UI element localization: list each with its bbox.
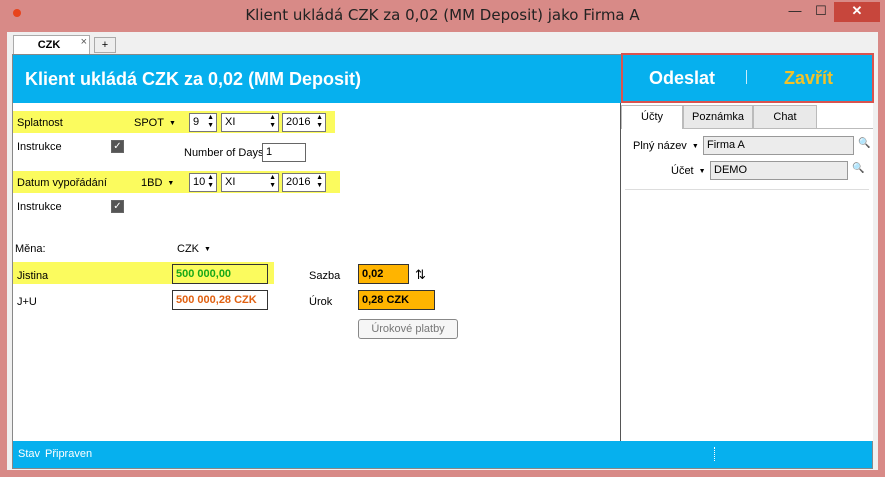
full-name-dropdown[interactable]: Plný název ▼ xyxy=(633,140,699,152)
currency-dropdown[interactable]: CZK ▼ xyxy=(177,243,211,255)
maturity-month-spinner[interactable]: XI ▲ ▼ xyxy=(221,113,279,132)
document-tabstrip: CZK × + xyxy=(7,32,878,55)
full-name-field[interactable]: Firma A xyxy=(703,136,854,155)
tab-chat-label: Chat xyxy=(773,111,797,123)
account-dropdown[interactable]: Účet ▼ xyxy=(671,165,706,177)
maturity-label: Splatnost xyxy=(17,117,63,129)
settlement-month-spinner[interactable]: XI ▲ ▼ xyxy=(221,173,279,192)
status-bar: Stav Připraven xyxy=(13,441,872,468)
account-field[interactable]: DEMO xyxy=(710,161,848,180)
account-label: Účet xyxy=(671,165,694,177)
deal-header: Klient ukládá CZK za 0,02 (MM Deposit) xyxy=(13,55,621,103)
action-area: Odeslat Zavřít xyxy=(621,53,874,103)
rate-label: Sazba xyxy=(309,270,341,282)
swap-icon[interactable]: ⇅ xyxy=(415,267,426,283)
minimize-button[interactable]: — xyxy=(782,2,808,22)
tab-czk[interactable]: CZK × xyxy=(13,35,90,55)
interest-value: 0,28 CZK xyxy=(358,290,435,310)
deal-form: Splatnost SPOT ▼ 9 ▲ ▼ XI ▲ ▼ 2016 ▲ ▼ Instrukc… xyxy=(13,103,620,441)
settlement-type-value: 1BD xyxy=(141,177,163,189)
maturity-year-value: 2016 xyxy=(286,116,311,128)
settlement-year-spinner[interactable]: 2016 ▲ ▼ xyxy=(282,173,326,192)
spinner-arrows-icon[interactable]: ▲ ▼ xyxy=(316,174,323,190)
settlement-day-value: 10 xyxy=(193,176,206,188)
interest-payments-button[interactable]: Úrokové platby xyxy=(358,319,458,339)
chevron-down-icon: ▼ xyxy=(691,143,699,150)
currency-value: CZK xyxy=(177,243,199,255)
maturity-year-spinner[interactable]: 2016 ▲ ▼ xyxy=(282,113,326,132)
client-area: CZK × + Klient ukládá CZK za 0,02 (MM De… xyxy=(7,32,878,470)
ju-label: J+U xyxy=(17,296,37,308)
status-label: Stav xyxy=(18,448,41,460)
maturity-type-dropdown[interactable]: SPOT ▼ xyxy=(134,117,176,129)
window-title: Klient ukládá CZK za 0,02 (MM Deposit) j… xyxy=(245,6,640,24)
maturity-month-value: XI xyxy=(225,116,236,128)
spinner-arrows-icon[interactable]: ▲ ▼ xyxy=(316,114,323,130)
tab-chat[interactable]: Chat xyxy=(753,105,817,129)
add-tab-button[interactable]: + xyxy=(94,37,116,53)
send-button[interactable]: Odeslat xyxy=(649,68,715,89)
tab-baseline xyxy=(817,128,873,129)
tab-note[interactable]: Poznámka xyxy=(683,105,753,129)
search-icon[interactable]: 🔍 xyxy=(852,163,864,174)
spinner-arrows-icon[interactable]: ▲ ▼ xyxy=(207,174,214,190)
search-icon[interactable]: 🔍 xyxy=(858,138,870,149)
maximize-button[interactable]: ☐ xyxy=(808,2,834,22)
tab-accounts[interactable]: Účty xyxy=(621,105,683,129)
tab-accounts-label: Účty xyxy=(641,111,663,123)
spinner-arrows-icon[interactable]: ▲ ▼ xyxy=(269,114,276,130)
settlement-month-value: XI xyxy=(225,176,236,188)
days-label: Number of Days xyxy=(184,147,264,159)
instruction-checkbox-1[interactable]: ✓ xyxy=(111,140,124,153)
settlement-day-spinner[interactable]: 10 ▲ ▼ xyxy=(189,173,217,192)
chevron-down-icon: ▼ xyxy=(204,246,211,253)
interest-label: Úrok xyxy=(309,296,333,308)
days-input[interactable]: 1 xyxy=(262,143,306,162)
chevron-down-icon: ▼ xyxy=(167,180,175,187)
instruction-label-2: Instrukce xyxy=(17,201,62,213)
currency-label: Měna: xyxy=(15,243,46,255)
deal-title: Klient ukládá CZK za 0,02 (MM Deposit) xyxy=(25,69,362,89)
maturity-day-value: 9 xyxy=(193,116,200,128)
spinner-arrows-icon[interactable]: ▲ ▼ xyxy=(207,114,214,130)
side-separator xyxy=(625,189,869,190)
status-separator xyxy=(714,447,715,461)
ju-value: 500 000,28 CZK xyxy=(172,290,268,310)
maturity-type-value: SPOT xyxy=(134,117,164,129)
settlement-label: Datum vypořádání xyxy=(17,177,107,189)
instruction-label-1: Instrukce xyxy=(17,141,62,153)
tab-note-label: Poznámka xyxy=(692,111,744,123)
settlement-type-dropdown[interactable]: 1BD ▼ xyxy=(141,177,174,189)
action-separator xyxy=(746,70,747,84)
close-button[interactable]: Zavřít xyxy=(784,68,833,89)
deal-panel: Klient ukládá CZK za 0,02 (MM Deposit) O… xyxy=(12,53,874,469)
full-name-label: Plný název xyxy=(633,140,687,152)
window-titlebar: Klient ukládá CZK za 0,02 (MM Deposit) j… xyxy=(0,0,885,32)
rate-input[interactable]: 0,02 xyxy=(358,264,409,284)
side-panel: Účty Poznámka Chat Plný název ▼ Firma A 🔍… xyxy=(621,103,873,441)
status-value: Připraven xyxy=(45,448,93,460)
settlement-year-value: 2016 xyxy=(286,176,311,188)
principal-input[interactable]: 500 000,00 xyxy=(172,264,268,284)
chevron-down-icon: ▼ xyxy=(698,168,706,175)
spinner-arrows-icon[interactable]: ▲ ▼ xyxy=(269,174,276,190)
tab-czk-label: CZK xyxy=(37,39,61,51)
principal-label: Jistina xyxy=(17,270,49,282)
instruction-checkbox-2[interactable]: ✓ xyxy=(111,200,124,213)
chevron-down-icon: ▼ xyxy=(168,120,176,127)
close-window-button[interactable]: ✕ xyxy=(834,2,880,22)
maturity-day-spinner[interactable]: 9 ▲ ▼ xyxy=(189,113,217,132)
tab-close-icon[interactable]: × xyxy=(81,36,87,48)
